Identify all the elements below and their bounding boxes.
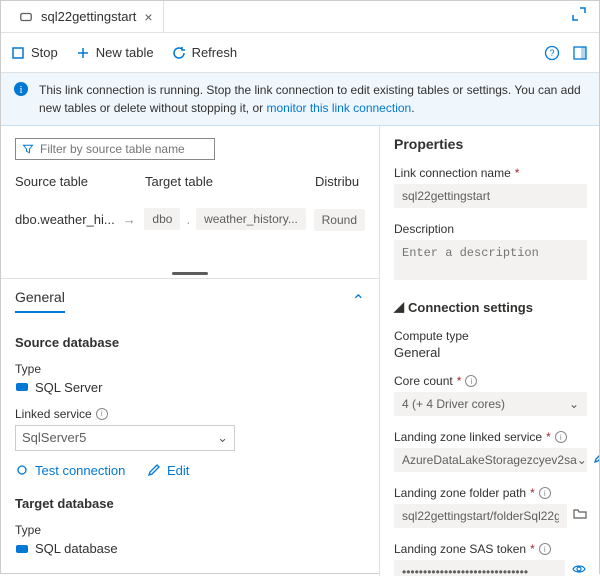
monitor-link[interactable]: monitor this link connection xyxy=(266,101,411,115)
compute-type-value: General xyxy=(394,345,587,360)
description-label: Description xyxy=(394,222,587,236)
folder-icon[interactable] xyxy=(573,506,587,523)
landing-path-label: Landing zone folder path xyxy=(394,486,526,500)
sas-token-label: Landing zone SAS token xyxy=(394,542,526,556)
info-icon[interactable]: i xyxy=(96,408,108,420)
refresh-button[interactable]: Refresh xyxy=(172,45,238,60)
banner-text: This link connection is running. Stop th… xyxy=(39,81,587,117)
sql-db-icon xyxy=(15,542,29,556)
name-label: Link connection name xyxy=(394,166,511,180)
info-banner: i This link connection is running. Stop … xyxy=(1,73,599,126)
landing-service-label: Landing zone linked service xyxy=(394,430,542,444)
tab-title: sql22gettingstart xyxy=(41,9,136,24)
type-label: Type xyxy=(15,362,365,376)
general-tab[interactable]: General xyxy=(15,289,65,313)
compute-type-label: Compute type xyxy=(394,329,587,343)
properties-panel: Properties Link connection name * Descri… xyxy=(379,126,599,576)
filter-input[interactable] xyxy=(40,142,208,156)
name-input[interactable] xyxy=(394,184,587,208)
test-connection-button[interactable]: Test connection xyxy=(15,463,125,478)
source-table-name: dbo.weather_hi... xyxy=(15,212,115,227)
chevron-down-icon: ⌄ xyxy=(577,453,587,467)
filter-icon xyxy=(22,143,34,155)
col-dist: Distribu xyxy=(315,174,365,189)
chevron-up-icon[interactable]: ⌃ xyxy=(352,291,365,311)
expand-icon[interactable] xyxy=(567,2,591,31)
tables-pane: Source table Target table Distribu dbo.w… xyxy=(1,126,379,247)
core-count-select[interactable]: 4 (+ 4 Driver cores)⌄ xyxy=(394,392,587,416)
linked-service-label: Linked service xyxy=(15,407,92,421)
svg-text:?: ? xyxy=(549,48,554,58)
info-icon[interactable]: i xyxy=(539,543,551,555)
source-db-heading: Source database xyxy=(15,335,365,350)
refresh-label: Refresh xyxy=(192,45,238,60)
link-icon xyxy=(19,10,33,24)
properties-heading: Properties xyxy=(394,136,587,152)
tab-bar: sql22gettingstart × xyxy=(1,1,599,33)
target-table: weather_history... xyxy=(196,208,306,230)
toolbar: Stop New table Refresh ? xyxy=(1,33,599,73)
conn-settings-heading: Connection settings xyxy=(408,300,533,315)
general-pane: General ⌃ Source database Type SQL Serve… xyxy=(1,278,379,576)
new-table-button[interactable]: New table xyxy=(76,45,154,60)
info-icon[interactable]: i xyxy=(465,375,477,387)
chevron-down-icon: ⌄ xyxy=(217,430,228,446)
landing-service-select[interactable]: AzureDataLakeStoragezcyev2sa⌄ xyxy=(394,448,587,472)
help-icon[interactable]: ? xyxy=(543,44,561,62)
collapse-arrow-icon[interactable]: ◢ xyxy=(394,299,404,315)
target-db-heading: Target database xyxy=(15,496,365,511)
info-icon: i xyxy=(13,81,29,117)
core-count-label: Core count xyxy=(394,374,453,388)
edit-button[interactable]: Edit xyxy=(147,463,189,478)
sql-server-icon xyxy=(15,380,29,394)
table-header: Source table Target table Distribu xyxy=(15,174,365,189)
tab-sql22gettingstart[interactable]: sql22gettingstart × xyxy=(9,1,164,32)
description-input[interactable] xyxy=(394,240,587,280)
info-icon[interactable]: i xyxy=(539,487,551,499)
type-value: SQL Server xyxy=(35,380,102,395)
col-target: Target table xyxy=(145,174,315,189)
landing-path-input[interactable] xyxy=(394,504,567,528)
new-table-label: New table xyxy=(96,45,154,60)
target-schema: dbo xyxy=(144,208,180,230)
close-icon[interactable]: × xyxy=(144,9,152,25)
linked-service-select[interactable]: SqlServer5 ⌄ xyxy=(15,425,235,451)
svg-text:i: i xyxy=(19,84,22,96)
arrow-icon: → xyxy=(123,212,136,227)
stop-label: Stop xyxy=(31,45,58,60)
stop-button[interactable]: Stop xyxy=(11,45,58,60)
target-type-value: SQL database xyxy=(35,541,118,556)
table-row[interactable]: dbo.weather_hi... → dbo . weather_histor… xyxy=(15,203,365,235)
info-icon[interactable]: i xyxy=(555,431,567,443)
properties-toggle-icon[interactable] xyxy=(571,44,589,62)
chevron-down-icon: ⌄ xyxy=(569,397,579,411)
filter-box[interactable] xyxy=(15,138,215,160)
dist-value: Round xyxy=(314,209,365,231)
col-source: Source table xyxy=(15,174,145,189)
pencil-icon[interactable] xyxy=(593,450,599,467)
target-type-label: Type xyxy=(15,523,365,537)
